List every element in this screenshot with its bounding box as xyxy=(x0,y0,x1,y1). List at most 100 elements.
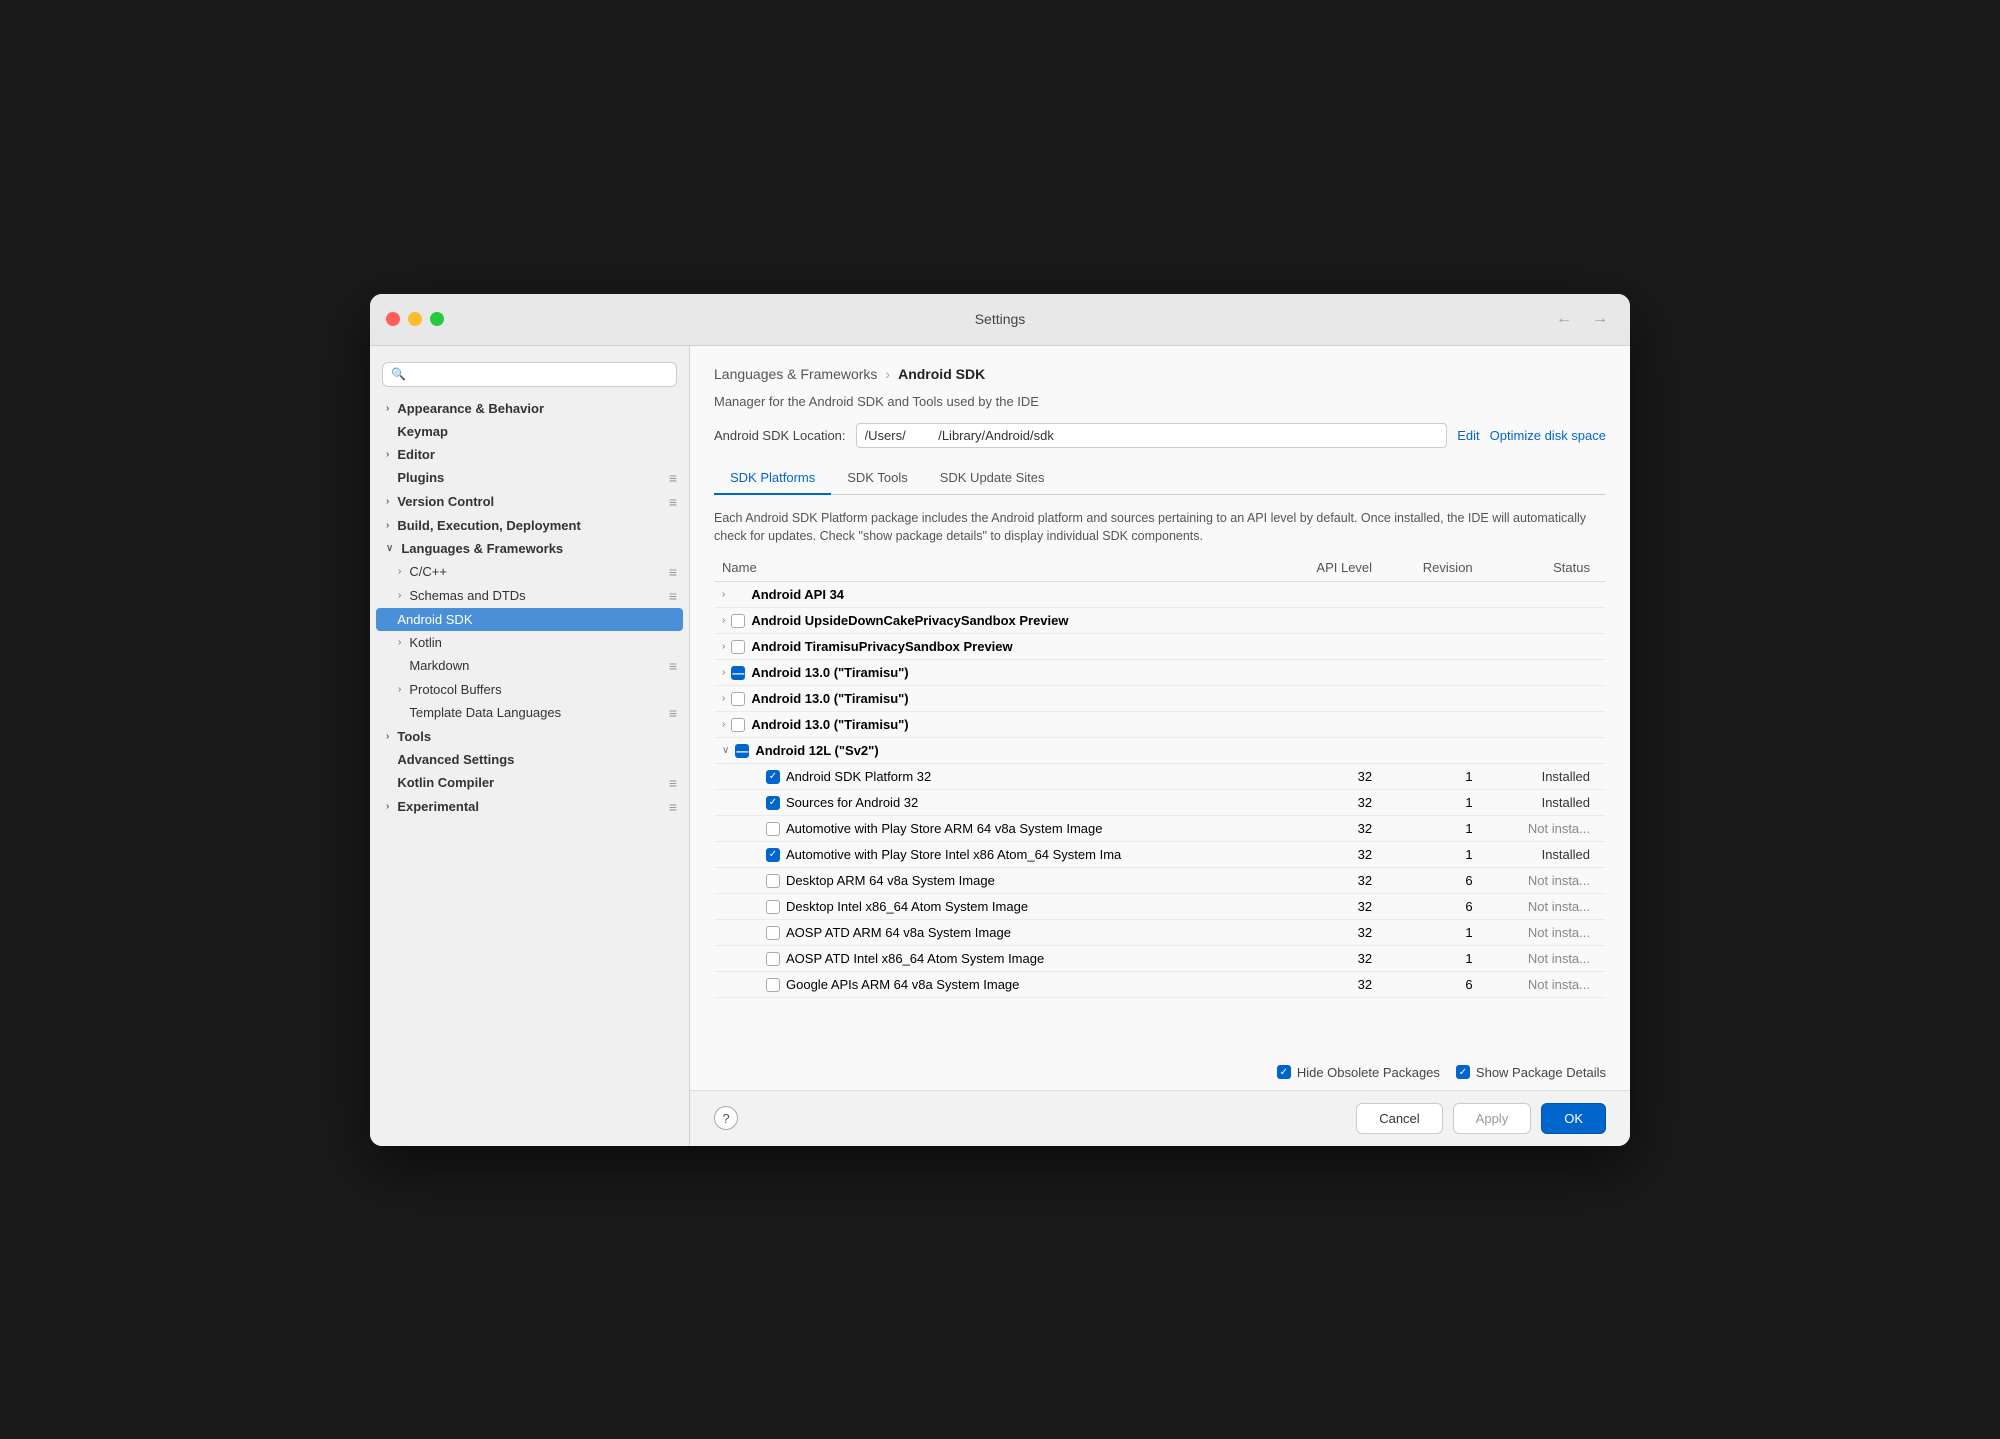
table-row[interactable]: AOSP ATD ARM 64 v8a System Image321Not i… xyxy=(714,920,1606,946)
help-button[interactable]: ? xyxy=(714,1106,738,1130)
sidebar-item-protocol-buffers[interactable]: ›Protocol Buffers xyxy=(370,678,689,701)
table-container[interactable]: Each Android SDK Platform package includ… xyxy=(690,499,1630,1055)
sidebar: 🔍 ›Appearance & Behavior›Keymap›Editor›P… xyxy=(370,346,690,1146)
nav-back-button[interactable]: ← xyxy=(1550,308,1578,330)
show-package-checkbox[interactable]: ✓ xyxy=(1456,1065,1470,1079)
sdk-path-input[interactable] xyxy=(856,423,1448,448)
row-checkbox[interactable] xyxy=(766,952,780,966)
row-checkbox[interactable] xyxy=(766,874,780,888)
row-checkbox[interactable] xyxy=(731,718,745,732)
maximize-button[interactable] xyxy=(430,312,444,326)
sidebar-item-advanced-settings[interactable]: ›Advanced Settings xyxy=(370,748,689,771)
table-row[interactable]: ›Android TiramisuPrivacySandbox Preview xyxy=(714,634,1606,660)
sidebar-item-appearance[interactable]: ›Appearance & Behavior xyxy=(370,397,689,420)
sidebar-item-android-sdk[interactable]: ›Android SDK xyxy=(376,608,683,631)
row-expand-icon[interactable]: › xyxy=(722,693,725,704)
row-checkbox[interactable]: — xyxy=(731,666,745,680)
breadcrumb-parent: Languages & Frameworks xyxy=(714,366,877,382)
show-package-label: Show Package Details xyxy=(1476,1065,1606,1080)
table-row[interactable]: Desktop Intel x86_64 Atom System Image32… xyxy=(714,894,1606,920)
row-checkbox[interactable] xyxy=(766,900,780,914)
sidebar-item-schemas[interactable]: ›Schemas and DTDs≡ xyxy=(370,584,689,608)
table-row[interactable]: ›Android API 34 xyxy=(714,582,1606,608)
sidebar-item-plugins[interactable]: ›Plugins≡ xyxy=(370,466,689,490)
row-expand-icon[interactable]: › xyxy=(722,719,725,730)
row-status xyxy=(1489,634,1606,660)
sidebar-badge: ≡ xyxy=(669,658,677,674)
main-header: Languages & Frameworks › Android SDK Man… xyxy=(690,346,1630,495)
tab-sdk-tools[interactable]: SDK Tools xyxy=(831,462,923,495)
hide-obsolete-check[interactable]: ✓ Hide Obsolete Packages xyxy=(1277,1065,1440,1080)
row-checkbox[interactable] xyxy=(766,822,780,836)
table-row[interactable]: ›Android UpsideDownCakePrivacySandbox Pr… xyxy=(714,608,1606,634)
sidebar-item-editor[interactable]: ›Editor xyxy=(370,443,689,466)
sidebar-item-build[interactable]: ›Build, Execution, Deployment xyxy=(370,514,689,537)
row-status: Installed xyxy=(1489,764,1606,790)
row-checkbox[interactable] xyxy=(766,978,780,992)
close-button[interactable] xyxy=(386,312,400,326)
row-name-text: AOSP ATD ARM 64 v8a System Image xyxy=(786,925,1011,940)
sidebar-item-template-data[interactable]: ›Template Data Languages≡ xyxy=(370,701,689,725)
sidebar-badge: ≡ xyxy=(669,470,677,486)
row-checkbox[interactable] xyxy=(731,692,745,706)
row-expand-icon[interactable]: ∨ xyxy=(722,745,729,756)
cancel-button[interactable]: Cancel xyxy=(1356,1103,1442,1134)
row-checkbox[interactable]: — xyxy=(735,744,749,758)
sidebar-item-kotlin[interactable]: ›Kotlin xyxy=(370,631,689,654)
row-status: Not insta... xyxy=(1489,894,1606,920)
row-name-text: Sources for Android 32 xyxy=(786,795,918,810)
table-row[interactable]: Automotive with Play Store ARM 64 v8a Sy… xyxy=(714,816,1606,842)
table-row[interactable]: ›Android 13.0 ("Tiramisu") xyxy=(714,686,1606,712)
sidebar-item-version-control[interactable]: ›Version Control≡ xyxy=(370,490,689,514)
sidebar-item-keymap[interactable]: ›Keymap xyxy=(370,420,689,443)
apply-button[interactable]: Apply xyxy=(1453,1103,1532,1134)
table-row[interactable]: ✓Sources for Android 32321Installed xyxy=(714,790,1606,816)
sidebar-item-languages[interactable]: ∨Languages & Frameworks xyxy=(370,537,689,560)
hide-obsolete-checkbox[interactable]: ✓ xyxy=(1277,1065,1291,1079)
row-name-text: Google APIs ARM 64 v8a System Image xyxy=(786,977,1019,992)
table-row[interactable]: ∨—Android 12L ("Sv2") xyxy=(714,738,1606,764)
minimize-button[interactable] xyxy=(408,312,422,326)
sidebar-item-tools[interactable]: ›Tools xyxy=(370,725,689,748)
row-expand-icon[interactable]: › xyxy=(722,667,725,678)
search-box[interactable]: 🔍 xyxy=(382,362,677,387)
row-expand-icon[interactable]: › xyxy=(722,615,725,626)
table-row[interactable]: Google APIs ARM 64 v8a System Image326No… xyxy=(714,972,1606,998)
row-name-text: Automotive with Play Store Intel x86 Ato… xyxy=(786,847,1121,862)
table-row[interactable]: AOSP ATD Intel x86_64 Atom System Image3… xyxy=(714,946,1606,972)
ok-button[interactable]: OK xyxy=(1541,1103,1606,1134)
row-checkbox[interactable]: ✓ xyxy=(766,796,780,810)
sidebar-item-cpp[interactable]: ›C/C++≡ xyxy=(370,560,689,584)
tab-sdk-platforms[interactable]: SDK Platforms xyxy=(714,462,831,495)
tab-sdk-update-sites[interactable]: SDK Update Sites xyxy=(924,462,1061,495)
row-status: Not insta... xyxy=(1489,816,1606,842)
sidebar-item-experimental[interactable]: ›Experimental≡ xyxy=(370,795,689,819)
row-name-text: Android SDK Platform 32 xyxy=(786,769,931,784)
search-input[interactable] xyxy=(410,367,668,382)
row-expand-icon[interactable]: › xyxy=(722,641,725,652)
sidebar-item-label: Markdown xyxy=(409,658,469,673)
expand-icon: › xyxy=(398,590,401,601)
show-package-check[interactable]: ✓ Show Package Details xyxy=(1456,1065,1606,1080)
sidebar-item-kotlin-compiler[interactable]: ›Kotlin Compiler≡ xyxy=(370,771,689,795)
sidebar-items-container: ›Appearance & Behavior›Keymap›Editor›Plu… xyxy=(370,397,689,819)
sidebar-item-markdown[interactable]: ›Markdown≡ xyxy=(370,654,689,678)
edit-button[interactable]: Edit xyxy=(1457,428,1479,443)
row-api xyxy=(1280,738,1388,764)
row-checkbox[interactable]: ✓ xyxy=(766,770,780,784)
sidebar-item-label: Schemas and DTDs xyxy=(409,588,525,603)
row-checkbox[interactable] xyxy=(731,640,745,654)
table-row[interactable]: ✓Android SDK Platform 32321Installed xyxy=(714,764,1606,790)
row-checkbox[interactable]: ✓ xyxy=(766,848,780,862)
row-checkbox[interactable] xyxy=(766,926,780,940)
expand-icon: › xyxy=(386,801,389,812)
row-expand-icon[interactable]: › xyxy=(722,589,725,600)
table-row[interactable]: ›Android 13.0 ("Tiramisu") xyxy=(714,712,1606,738)
window-title: Settings xyxy=(975,311,1026,327)
row-checkbox[interactable] xyxy=(731,614,745,628)
nav-forward-button[interactable]: → xyxy=(1586,308,1614,330)
table-row[interactable]: Desktop ARM 64 v8a System Image326Not in… xyxy=(714,868,1606,894)
table-row[interactable]: ›—Android 13.0 ("Tiramisu") xyxy=(714,660,1606,686)
optimize-disk-button[interactable]: Optimize disk space xyxy=(1490,428,1606,443)
table-row[interactable]: ✓ Automotive with Play Store Intel x86 At… xyxy=(714,842,1606,868)
